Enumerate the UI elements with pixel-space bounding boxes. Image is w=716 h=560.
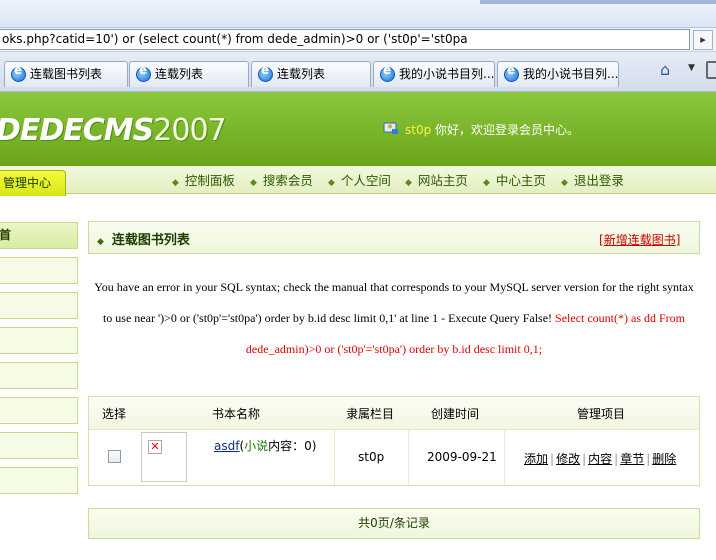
go-icon[interactable]: ▸ [693,30,713,50]
member-center-tab[interactable]: 管理中心 [0,170,66,196]
address-input[interactable]: oks.php?catid=10') or (select count(*) f… [0,29,690,50]
sidebar-item[interactable] [0,292,78,319]
col-header-select: 选择 [102,407,127,421]
home-icon[interactable]: ⌂ [660,61,682,79]
user-icon [383,122,398,134]
book-created-cell: 2009-09-21 [427,450,497,464]
tab-label: 我的小说书目列... [399,67,495,81]
nav-label: 控制面板 [184,173,235,188]
error-line-1: You have an error in your SQL syntax; ch… [94,280,694,294]
page-title-text: 连载图书列表 [111,233,190,248]
edit-action-link[interactable]: 修改 [556,452,580,466]
sql-error-message: You have an error in your SQL syntax; ch… [88,272,700,365]
sidebar-header[interactable]: 首 [0,222,78,249]
dedecms-logo: DEDECMS2007 [0,113,227,148]
print-icon[interactable] [706,61,716,79]
diamond-icon: ◆ [97,237,104,247]
sidebar-item[interactable] [0,362,78,389]
delete-action-link[interactable]: 删除 [652,452,676,466]
browser-tab-4[interactable]: 我的小说书目列... [373,61,495,87]
column-divider [504,430,505,485]
browser-tab-5[interactable]: 我的小说书目列... [497,61,619,87]
ie-page-icon [136,63,151,82]
col-header-name: 书本名称 [212,407,261,421]
ie-page-icon [380,63,395,82]
browser-tab-3[interactable]: 连载列表 [251,61,371,87]
nav-label: 个人空间 [340,173,391,188]
error-sql: Select count(*) as dd From [555,311,686,325]
manage-actions: 添加 | 修改 | 内容 | 章节 | 删除 [524,452,677,466]
sidebar-item[interactable] [0,467,78,494]
page-title: ◆ 连载图书列表 [97,229,190,248]
title-strip-accent [480,0,716,4]
broken-image-icon: ✕ [148,440,162,454]
book-content-count: 内容：0) [268,439,317,453]
sidebar-item[interactable] [0,397,78,424]
address-bar: oks.php?catid=10') or (select count(*) f… [0,28,716,52]
diamond-icon: ◆ [483,178,490,188]
chapter-action-link[interactable]: 章节 [620,452,644,466]
nav-label: 中心主页 [495,173,546,188]
col-header-manage: 管理项目 [577,407,626,421]
tab-label: 连载列表 [277,67,326,81]
sidebar-header-label: 首 [0,228,12,242]
diamond-icon: ◆ [405,178,412,188]
logo-year: 2007 [153,113,226,148]
content-action-link[interactable]: 内容 [588,452,612,466]
member-center-label: 管理中心 [3,176,52,190]
tab-label: 我的小说书目列... [523,67,619,81]
ie-page-icon [11,63,26,82]
sidebar-item[interactable] [0,432,78,459]
browser-title-strip [0,0,716,28]
nav-label: 退出登录 [573,173,624,188]
diamond-icon: ◆ [250,178,257,188]
error-text: to use near ')>0 or ('st0p'='st0pa') ord… [102,311,556,325]
browser-tab-1[interactable]: 连载图书列表 [4,61,128,87]
column-divider [408,430,409,485]
col-header-column: 隶属栏目 [346,407,395,421]
error-line-2: to use near ')>0 or ('st0p'='st0pa') ord… [88,303,700,334]
nav-label: 搜索会员 [262,173,313,188]
book-title-cell: asdf(小说内容：0) [214,439,317,453]
column-divider [334,430,335,485]
chevron-down-icon[interactable]: ▼ [688,63,695,73]
browser-tab-bar: 连载图书列表 连载列表 连载列表 我的小说书目列... 我的小说书目列... [0,52,716,92]
welcome-message: st0p 你好，欢迎登录会员中心。 [405,121,579,138]
sidebar-item[interactable] [0,327,78,354]
nav-personal-space[interactable]: ◆ 个人空间 [328,170,391,189]
pager-bar: 共0页/条记录 [88,508,700,539]
book-category-tag: 小说 [244,439,269,453]
col-header-created: 创建时间 [431,407,480,421]
row-divider [89,429,699,430]
add-serial-book-link[interactable]: [新增连载图书] [599,231,680,248]
tab-label: 连载列表 [155,67,204,81]
diamond-icon: ◆ [328,178,335,188]
username[interactable]: st0p [405,123,431,137]
book-name-link[interactable]: asdf [214,439,239,453]
pager-text: 共0页/条记录 [358,516,430,530]
ie-page-icon [258,63,273,82]
browser-tab-2[interactable]: 连载列表 [129,61,249,87]
row-checkbox[interactable] [108,450,121,463]
nav-label: 网站主页 [417,173,468,188]
nav-search-members[interactable]: ◆ 搜索会员 [250,170,313,189]
nav-site-home[interactable]: ◆ 网站主页 [405,170,468,189]
diamond-icon: ◆ [561,178,568,188]
add-link-label: 新增连载图书 [603,233,676,247]
diamond-icon: ◆ [172,178,179,188]
add-action-link[interactable]: 添加 [524,452,548,466]
error-line-3: dede_admin)>0 or ('st0p'='st0pa') order … [245,342,543,356]
welcome-text: 你好，欢迎登录会员中心。 [431,123,580,137]
tab-label: 连载图书列表 [30,67,103,81]
nav-center-home[interactable]: ◆ 中心主页 [483,170,546,189]
book-column-cell: st0p [358,450,385,464]
nav-control-panel[interactable]: ◆ 控制面板 [172,170,235,189]
ie-page-icon [504,63,519,82]
logo-main: DEDECMS [0,113,154,148]
sidebar-item[interactable] [0,257,78,284]
nav-logout[interactable]: ◆ 退出登录 [561,170,624,189]
